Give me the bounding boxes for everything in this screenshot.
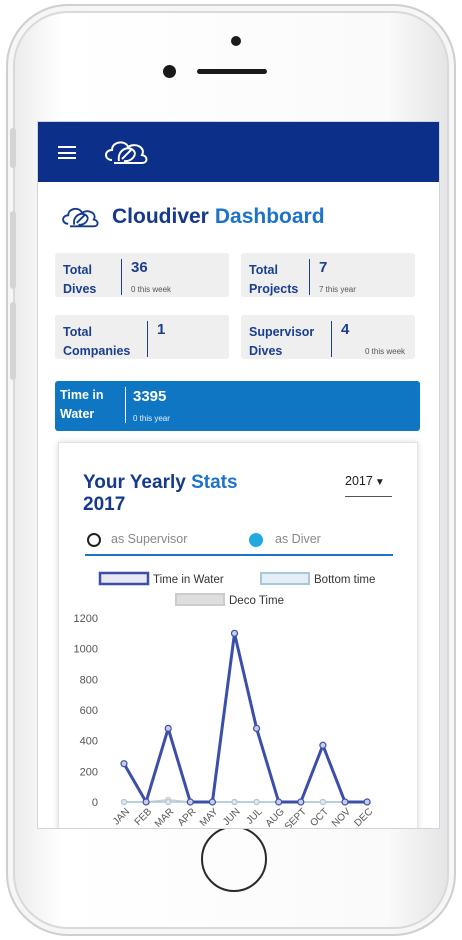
stat-label: Companies	[63, 344, 131, 358]
mute-switch	[10, 128, 16, 168]
home-button[interactable]	[201, 826, 267, 892]
radio-supervisor[interactable]	[87, 533, 101, 547]
yearly-stats-card: Your Yearly Stats 2017 2017 ▼ as Supervis…	[58, 442, 418, 828]
stat-label: Total	[63, 263, 92, 277]
volume-up-button	[10, 211, 16, 289]
page-title: Cloudiver Dashboard	[58, 201, 325, 233]
stat-sub: 7 this year	[319, 285, 356, 294]
volume-down-button	[10, 302, 16, 380]
top-navbar	[38, 122, 439, 182]
hamburger-menu-icon[interactable]	[58, 146, 76, 159]
stat-value: 1	[157, 321, 166, 338]
stat-label: Water	[60, 407, 95, 421]
year-select[interactable]: 2017 ▼	[345, 474, 392, 497]
stat-sub: 0 this week	[365, 347, 406, 356]
stat-sub: 0 this year	[133, 414, 170, 423]
yearly-stats-title: Your Yearly Stats 2017	[83, 472, 238, 516]
divider	[121, 259, 122, 295]
front-camera	[231, 36, 241, 46]
title-dashboard: Dashboard	[214, 205, 325, 228]
title-app-name: Cloudiver	[112, 205, 209, 228]
stat-total-companies[interactable]: Total Companies 1	[55, 315, 229, 359]
stat-label: Total	[249, 263, 278, 277]
title-year: 2017	[83, 494, 126, 515]
stat-supervisor-dives[interactable]: Supervisor Dives 4 0 this week	[241, 315, 415, 359]
app-screen: Cloudiver Dashboard Total Dives 36 0 this…	[37, 121, 440, 829]
stat-value: 36	[131, 259, 148, 276]
radio-diver-label[interactable]: as Diver	[275, 532, 321, 546]
divider	[309, 259, 310, 295]
stat-total-projects[interactable]: Total Projects 7 7 this year	[241, 253, 415, 297]
earpiece-speaker	[197, 69, 267, 74]
title-text: Your Yearly	[83, 472, 186, 493]
divider	[331, 321, 332, 357]
cloud-logo-icon[interactable]	[100, 136, 154, 168]
title-text: Stats	[191, 472, 238, 493]
stat-label: Dives	[249, 344, 283, 358]
stat-label: Supervisor	[249, 325, 315, 339]
stat-label: Dives	[63, 282, 97, 296]
divider	[147, 321, 148, 357]
stat-total-dives[interactable]: Total Dives 36 0 this week	[55, 253, 229, 297]
cloud-logo-icon	[62, 207, 99, 228]
radio-diver[interactable]	[249, 533, 263, 547]
stat-value: 7	[319, 259, 328, 276]
stat-label: Time in	[60, 388, 104, 402]
stat-label: Projects	[249, 282, 299, 296]
stat-label: Total	[63, 325, 92, 339]
proximity-sensor	[163, 65, 176, 78]
stat-sub: 0 this week	[131, 285, 172, 294]
year-select-value: 2017	[345, 474, 373, 488]
stat-time-in-water[interactable]: Time in Water 3395 0 this year	[55, 381, 420, 431]
stat-value: 4	[341, 321, 350, 338]
caret-down-icon: ▼	[374, 477, 385, 488]
divider	[125, 387, 126, 423]
role-toggle: as Supervisor as Diver	[85, 530, 393, 556]
radio-supervisor-label[interactable]: as Supervisor	[111, 532, 187, 546]
stat-value: 3395	[133, 388, 167, 405]
